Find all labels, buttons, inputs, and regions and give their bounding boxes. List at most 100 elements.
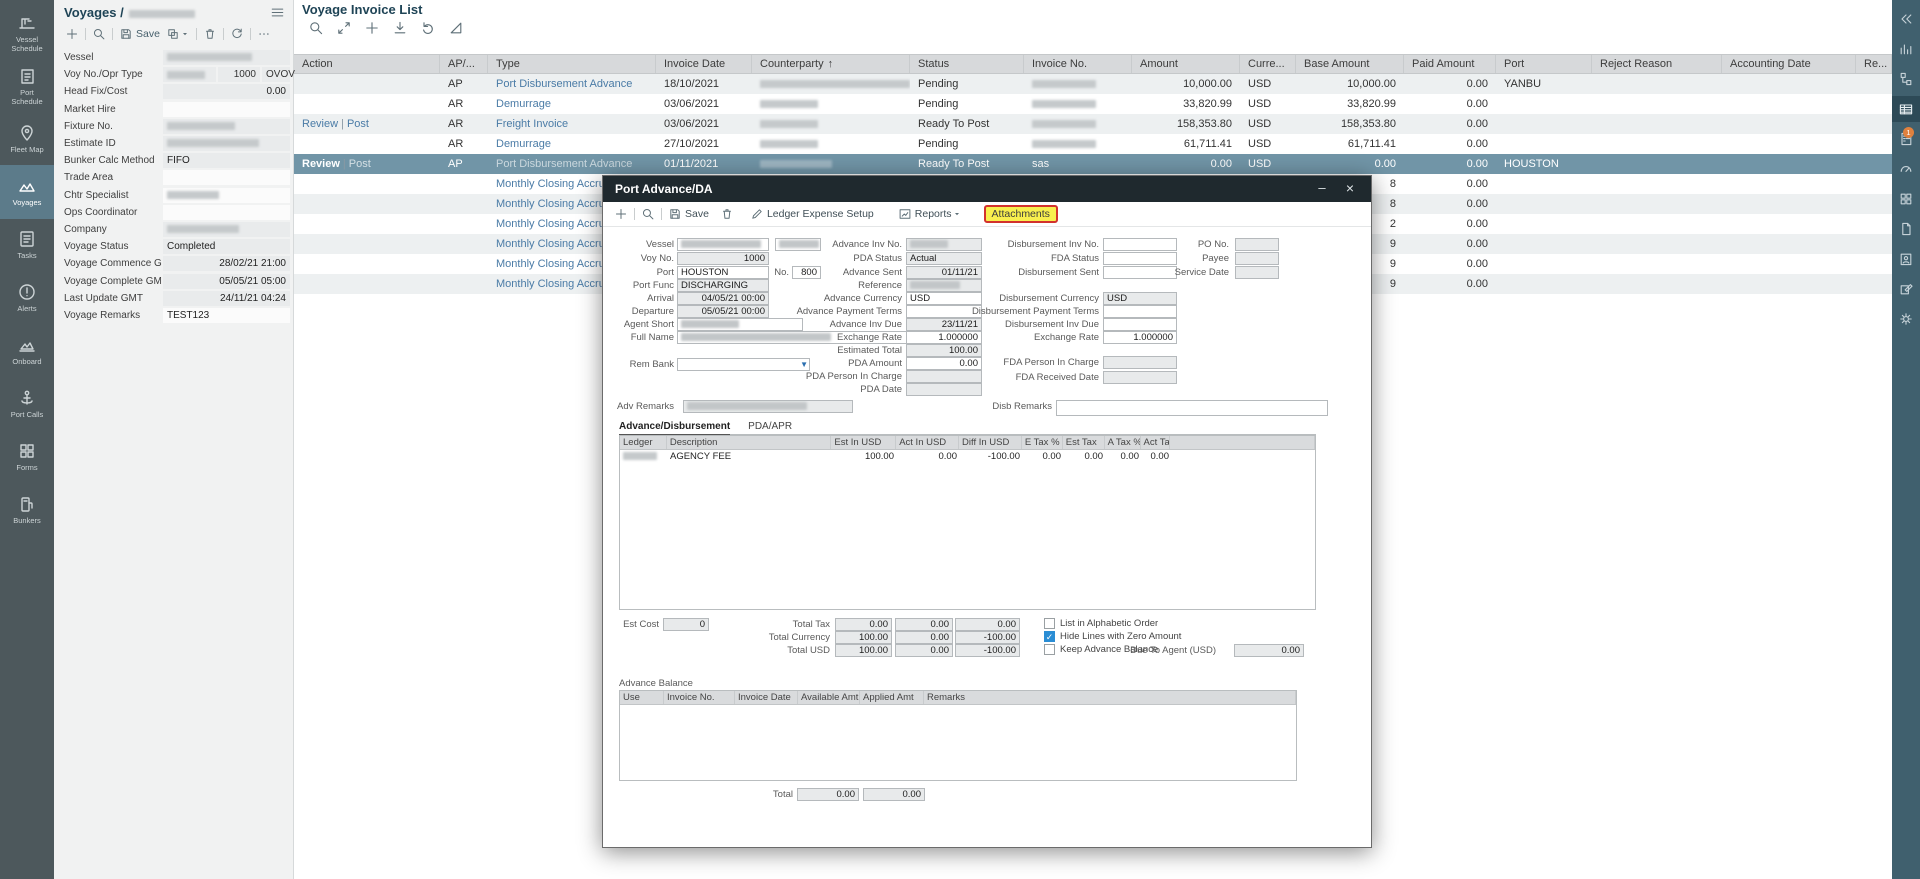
delete-button[interactable]	[720, 207, 734, 221]
rail-item-task-list[interactable]: 1	[1892, 126, 1920, 152]
sidebar-item-port-calls[interactable]: Port Calls	[0, 377, 54, 431]
table-row[interactable]: Review|PostAPPort Disbursement Advance01…	[294, 154, 1892, 174]
refresh-button[interactable]	[230, 27, 244, 41]
reports-button[interactable]: Reports	[898, 207, 962, 221]
column-header-base-amount[interactable]: Base Amount	[1296, 55, 1404, 73]
voy-no-value[interactable]: 1000	[218, 67, 260, 82]
checkbox-list-in-alphabetic-order[interactable]	[1044, 618, 1055, 629]
grid-row[interactable]: AGENCY FEE100.000.00-100.000.000.000.000…	[620, 450, 1315, 464]
search-button[interactable]	[308, 20, 324, 36]
hamburger-icon[interactable]	[270, 5, 285, 20]
rail-item-gauge[interactable]	[1892, 156, 1920, 182]
post-link[interactable]: Post	[349, 158, 371, 170]
sidebar-item-fleet-map[interactable]: Fleet Map	[0, 112, 54, 166]
field-value[interactable]: Completed	[163, 239, 290, 254]
post-link[interactable]: Post	[347, 118, 369, 130]
due-to-agent-field[interactable]: 0.00	[1234, 644, 1304, 657]
collapse-button[interactable]	[336, 20, 352, 36]
column-header-curre-[interactable]: Curre...	[1240, 55, 1296, 73]
field-disb-currency[interactable]: USD	[1103, 292, 1177, 305]
sidebar-item-tasks[interactable]: Tasks	[0, 218, 54, 272]
field-adv-remarks[interactable]	[683, 400, 853, 413]
sidebar-item-alerts[interactable]: Alerts	[0, 271, 54, 325]
field-fda-received[interactable]	[1103, 371, 1177, 384]
rail-item-network[interactable]	[1892, 66, 1920, 92]
duplicate-button[interactable]	[166, 27, 190, 41]
column-header-port[interactable]: Port	[1496, 55, 1592, 73]
review-link[interactable]: Review	[302, 158, 340, 170]
field-value[interactable]	[163, 205, 290, 220]
field-exchange-rate-disb[interactable]: 1.000000	[1103, 331, 1177, 344]
column-header-reject-reason[interactable]: Reject Reason	[1592, 55, 1722, 73]
field-value[interactable]: 24/11/21 04:24	[163, 291, 290, 306]
field-disb-payment-terms[interactable]	[1103, 305, 1177, 318]
field-value[interactable]	[163, 222, 290, 237]
add-button[interactable]	[65, 27, 79, 41]
field-value[interactable]	[163, 119, 290, 134]
ruler-button[interactable]	[448, 20, 464, 36]
field-value[interactable]	[163, 136, 290, 151]
field-value[interactable]	[163, 102, 290, 117]
close-button[interactable]: ×	[1341, 180, 1359, 196]
field-payee[interactable]	[1235, 252, 1279, 265]
more-button[interactable]	[257, 27, 271, 41]
field-service-date[interactable]	[1235, 266, 1279, 279]
field-reference[interactable]	[906, 279, 982, 292]
rail-item-apps[interactable]	[1892, 186, 1920, 212]
add-button[interactable]	[364, 20, 380, 36]
undo-button[interactable]	[420, 20, 436, 36]
field-disb-inv-due[interactable]	[1103, 318, 1177, 331]
checkbox-keep-advance-balance[interactable]	[1044, 644, 1055, 655]
field-value[interactable]	[163, 188, 290, 203]
delete-button[interactable]	[203, 27, 217, 41]
column-header-re-[interactable]: Re...	[1856, 55, 1892, 73]
column-header-status[interactable]: Status	[910, 55, 1024, 73]
field-value[interactable]: 05/05/21 05:00	[163, 274, 290, 289]
table-row[interactable]: ARDemurrage03/06/2021Pending33,820.99USD…	[294, 94, 1892, 114]
field-value[interactable]	[163, 170, 290, 185]
column-header-invoice-no-[interactable]: Invoice No.	[1024, 55, 1132, 73]
field-value[interactable]: 28/02/21 21:00	[163, 256, 290, 271]
column-header-paid-amount[interactable]: Paid Amount	[1404, 55, 1496, 73]
column-header-ap-[interactable]: AP/...	[440, 55, 488, 73]
field-pda-date[interactable]	[906, 383, 982, 396]
tab-pda-apr[interactable]: PDA/APR	[748, 421, 792, 434]
rail-item-analytics[interactable]	[1892, 36, 1920, 62]
sidebar-item-bunkers[interactable]: Bunkers	[0, 483, 54, 537]
column-header-action[interactable]: Action	[294, 55, 440, 73]
search-button[interactable]	[641, 207, 655, 221]
table-row[interactable]: APPort Disbursement Advance18/10/2021Pen…	[294, 74, 1892, 94]
minimize-button[interactable]: –	[1313, 180, 1331, 195]
import-button[interactable]	[392, 20, 408, 36]
est-cost-field[interactable]: 0	[663, 618, 709, 631]
field-value[interactable]: TEST123	[163, 308, 290, 323]
rail-item-document[interactable]	[1892, 216, 1920, 242]
field-value[interactable]	[163, 50, 290, 65]
checkbox-hide-lines-with-zero-amount[interactable]: ✓	[1044, 631, 1055, 642]
sidebar-item-forms[interactable]: Forms	[0, 430, 54, 484]
column-header-type[interactable]: Type	[488, 55, 656, 73]
column-header-amount[interactable]: Amount	[1132, 55, 1240, 73]
table-row[interactable]: Review|PostARFreight Invoice03/06/2021Re…	[294, 114, 1892, 134]
column-header-accounting-date[interactable]: Accounting Date	[1722, 55, 1856, 73]
column-header-invoice-date[interactable]: Invoice Date	[656, 55, 752, 73]
field-po-no[interactable]	[1235, 238, 1279, 251]
save-button[interactable]: Save	[119, 27, 160, 41]
ledger-expense-setup-button[interactable]: Ledger Expense Setup	[750, 207, 874, 221]
field-fda-person[interactable]	[1103, 356, 1177, 369]
search-button[interactable]	[92, 27, 106, 41]
add-button[interactable]	[614, 207, 628, 221]
sidebar-item-voyages[interactable]: Voyages	[0, 165, 54, 219]
rail-item-compose[interactable]	[1892, 276, 1920, 302]
opr-type-value[interactable]: OVOV	[262, 67, 290, 82]
field-value[interactable]: FIFO	[163, 153, 290, 168]
table-row[interactable]: ARDemurrage27/10/2021Pending61,711.41USD…	[294, 134, 1892, 154]
column-header-counterparty[interactable]: Counterparty↑	[752, 55, 910, 73]
field-value[interactable]: 0.00	[163, 84, 290, 99]
save-button[interactable]: Save	[668, 207, 709, 221]
review-link[interactable]: Review	[302, 118, 338, 130]
rail-item-collapse-rail[interactable]	[1892, 6, 1920, 32]
rail-item-data-table[interactable]	[1892, 96, 1920, 122]
field-disb-remarks[interactable]	[1056, 400, 1328, 416]
tab-advance-disbursement[interactable]: Advance/Disbursement	[619, 421, 730, 436]
